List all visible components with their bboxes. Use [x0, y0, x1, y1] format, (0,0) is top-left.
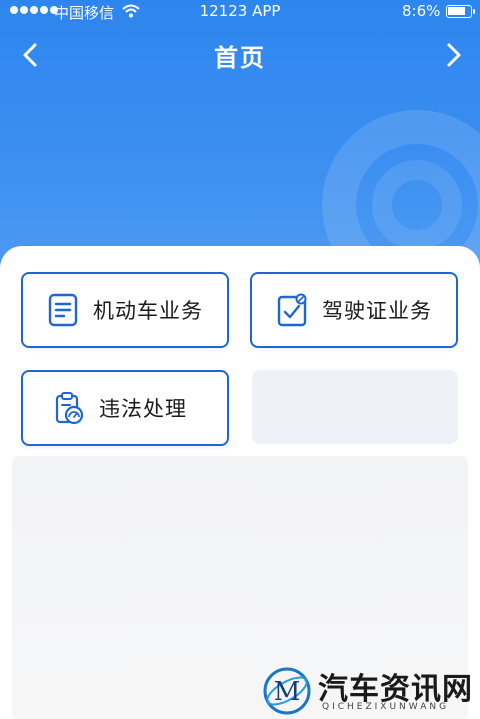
site-watermark: M 汽车资讯网 QICHEZIXUNWANG — [262, 664, 472, 716]
motor-vehicle-service-button[interactable]: 机动车业务 — [21, 272, 229, 348]
battery-level-fill — [448, 7, 465, 15]
tile-label: 违法处理 — [99, 397, 187, 421]
violation-handling-button[interactable]: 违法处理 — [21, 370, 229, 446]
page-title: 首页 — [214, 44, 266, 72]
clipboard-gauge-icon — [55, 392, 84, 425]
watermark-subtitle: QICHEZIXUNWANG — [322, 702, 450, 712]
header-banner: 中国移信 12123 APP 8:6% 首页 — [0, 0, 480, 270]
decorative-ring-inner — [372, 160, 462, 250]
tile-label: 驾驶证业务 — [322, 299, 432, 323]
driver-license-service-button[interactable]: 驾驶证业务 — [250, 272, 458, 348]
license-check-icon — [277, 293, 307, 327]
battery-percentage: 8:6% — [402, 2, 441, 20]
document-list-icon — [48, 293, 78, 327]
empty-tile-placeholder — [252, 370, 458, 444]
battery-icon — [446, 5, 475, 18]
watermark-logo-icon: M — [263, 667, 311, 715]
watermark-logo-letter: M — [274, 677, 301, 707]
status-bar: 中国移信 12123 APP 8:6% — [0, 0, 480, 24]
tile-label: 机动车业务 — [93, 299, 203, 323]
forward-chevron-icon[interactable] — [438, 40, 468, 70]
